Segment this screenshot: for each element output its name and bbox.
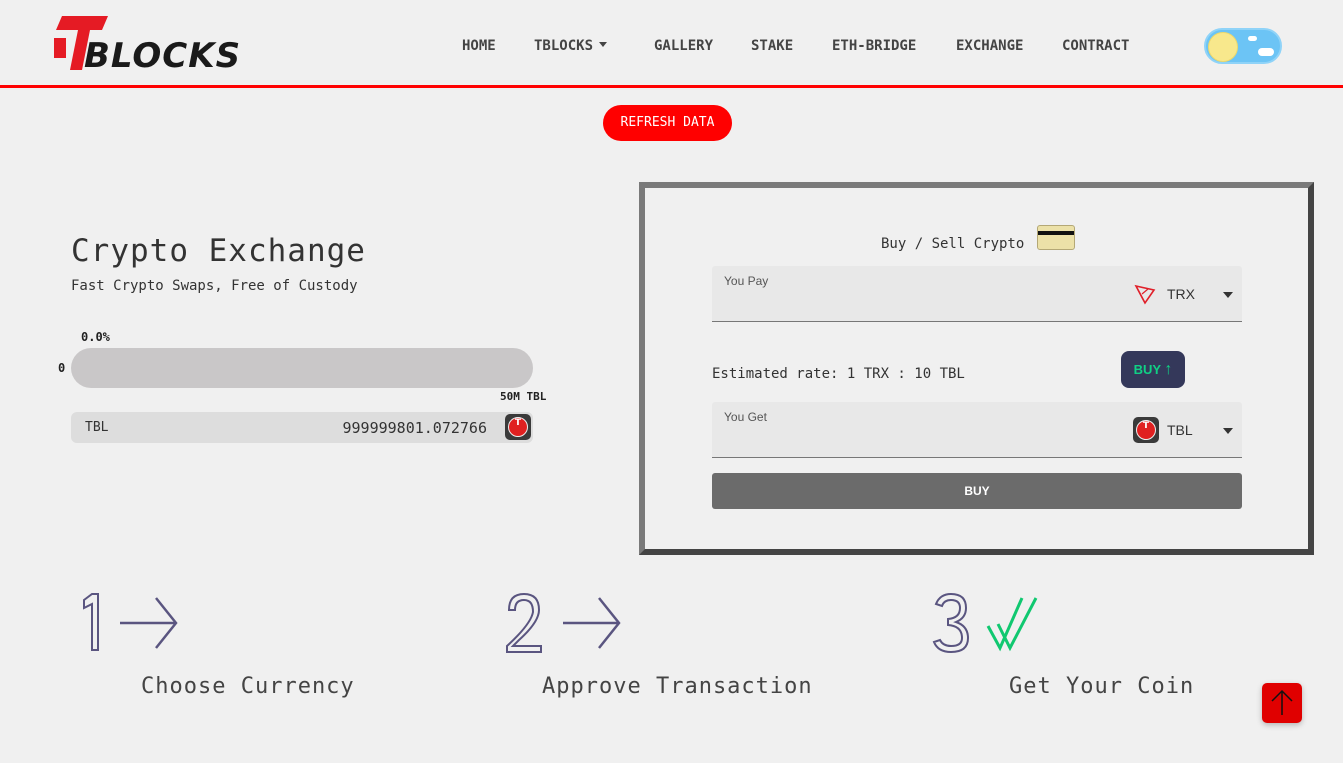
nav-item-exchange[interactable]: EXCHANGE [956, 38, 1023, 54]
buy-button[interactable]: BUY [712, 473, 1242, 509]
nav-item-stake[interactable]: STAKE [751, 38, 793, 54]
arrow-up-icon [1271, 689, 1293, 715]
sun-icon [1208, 32, 1238, 62]
nav-item-home[interactable]: HOME [462, 38, 496, 54]
progress-percent-label: 0.0% [81, 330, 110, 344]
theme-toggle[interactable] [1204, 28, 1282, 64]
progress-min-label: 0 [58, 361, 66, 375]
tbl-coin-icon: T [505, 414, 531, 440]
page-title: Crypto Exchange [71, 233, 366, 269]
site-logo[interactable]: BLOCKS [52, 14, 242, 76]
site-header: BLOCKS HOME TBLOCKS GALLERY STAKE ETH-BR… [0, 0, 1343, 88]
logo-text: BLOCKS [84, 36, 242, 76]
step-2-label: Approve Transaction [542, 674, 813, 699]
you-get-field[interactable]: You Get T TBL [712, 402, 1242, 458]
buy-toggle-label: BUY [1133, 362, 1161, 377]
balance-display: TBL 999999801.072766 T [71, 412, 533, 443]
arrow-right-icon [120, 597, 178, 649]
credit-card-icon [1037, 225, 1075, 250]
card-title: Buy / Sell Crypto [881, 236, 1025, 252]
step-1-label: Choose Currency [141, 674, 355, 699]
you-pay-label: You Pay [724, 274, 769, 288]
pay-currency-dropdown-icon[interactable] [1223, 292, 1233, 298]
exchange-card: Buy / Sell Crypto You Pay TRX Estimated … [639, 182, 1314, 555]
tron-icon [1134, 284, 1156, 305]
cloud-icon [1258, 48, 1274, 56]
chevron-down-icon [599, 41, 608, 47]
estimated-rate: Estimated rate: 1 TRX : 10 TBL [712, 366, 965, 382]
step-2-number [506, 592, 542, 653]
balance-symbol: TBL [85, 420, 109, 435]
nav-item-contract[interactable]: CONTRACT [1062, 38, 1129, 54]
you-pay-field[interactable]: You Pay TRX [712, 266, 1242, 322]
step-3-graphic [932, 592, 1038, 654]
arrow-up-icon: ↑ [1164, 361, 1173, 378]
nav-item-tblocks-label: TBLOCKS [534, 38, 594, 54]
page-subtitle: Fast Crypto Swaps, Free of Custody [71, 278, 358, 294]
step-1-number [83, 593, 99, 651]
get-currency: TBL [1167, 422, 1193, 438]
step-2-graphic [506, 592, 621, 653]
nav-item-gallery[interactable]: GALLERY [654, 38, 713, 54]
nav-item-eth-bridge[interactable]: ETH-BRIDGE [832, 38, 916, 54]
tbl-coin-icon: T [1133, 417, 1159, 443]
refresh-data-button[interactable]: REFRESH DATA [603, 105, 732, 141]
progress-max-label: 50M TBL [500, 390, 547, 403]
nav-item-tblocks[interactable]: TBLOCKS [534, 38, 608, 54]
sale-progress-bar [71, 348, 533, 388]
scroll-to-top-button[interactable] [1262, 683, 1302, 723]
step-3-number [932, 592, 970, 654]
buy-sell-toggle-button[interactable]: BUY ↑ [1121, 351, 1185, 388]
arrow-right-icon [563, 597, 621, 649]
cloud-icon-small [1248, 36, 1257, 41]
step-3-label: Get Your Coin [1009, 674, 1195, 699]
get-currency-dropdown-icon[interactable] [1223, 428, 1233, 434]
pay-currency: TRX [1167, 286, 1195, 302]
balance-amount: 999999801.072766 [342, 419, 488, 437]
step-1-graphic [83, 593, 178, 651]
double-check-icon [986, 597, 1038, 652]
you-get-label: You Get [724, 410, 767, 424]
